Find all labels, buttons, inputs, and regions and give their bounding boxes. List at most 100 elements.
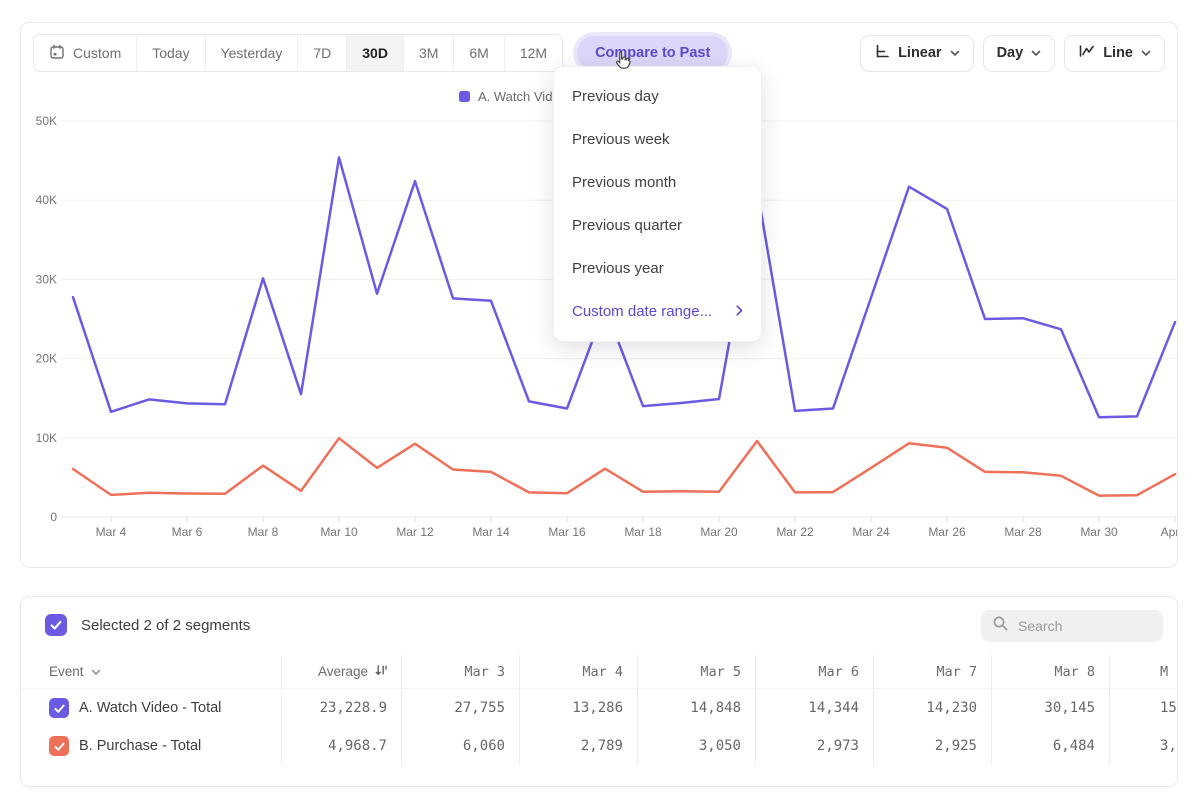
x-axis-tick-label: Mar 18 bbox=[624, 525, 662, 539]
y-axis-tick-label: 0 bbox=[50, 510, 57, 524]
date-column-header: Mar 7 bbox=[873, 655, 991, 689]
menu-item-previous-year[interactable]: Previous year bbox=[554, 247, 761, 290]
select-all-checkbox[interactable] bbox=[45, 614, 67, 636]
x-axis-tick-label: Mar 20 bbox=[700, 525, 738, 539]
y-axis-tick-label: 30K bbox=[36, 272, 57, 286]
chart-type-dropdown-label: Line bbox=[1103, 45, 1133, 61]
cell-value: 15, bbox=[1160, 700, 1178, 716]
average-value-cell: 23,228.9 bbox=[281, 689, 401, 727]
y-axis-tick-label: 50K bbox=[36, 114, 57, 128]
search-box[interactable] bbox=[981, 610, 1163, 642]
average-header-label: Average bbox=[318, 664, 368, 679]
average-column-header[interactable]: Average bbox=[281, 655, 401, 689]
menu-item-custom-date-range[interactable]: Custom date range... bbox=[554, 290, 761, 333]
range-button-label: Today bbox=[152, 45, 189, 61]
range-button-custom[interactable]: Custom bbox=[34, 35, 136, 71]
search-icon bbox=[992, 615, 1009, 637]
range-button-label: 6M bbox=[469, 45, 488, 61]
date-column-header: M bbox=[1109, 655, 1178, 689]
cell-value: 14,344 bbox=[808, 700, 859, 716]
range-button-label: Custom bbox=[73, 45, 121, 61]
value-cell: 13,286 bbox=[519, 689, 637, 727]
value-cell: 3,050 bbox=[637, 727, 755, 765]
menu-item-previous-week[interactable]: Previous week bbox=[554, 118, 761, 161]
x-axis-tick-label: Mar 22 bbox=[776, 525, 814, 539]
y-axis-tick-label: 40K bbox=[36, 193, 57, 207]
range-button-today[interactable]: Today bbox=[136, 35, 204, 71]
cell-value: 2,925 bbox=[935, 738, 977, 754]
segments-table: Event Average Mar 3 Mar 4 Mar 5 Mar 6 Mar 7 Mar… bbox=[21, 655, 1177, 765]
chevron-down-icon bbox=[1141, 45, 1151, 61]
interval-dropdown-button[interactable]: Day bbox=[983, 35, 1056, 72]
range-button-label: 12M bbox=[520, 45, 547, 61]
scale-dropdown-label: Linear bbox=[898, 45, 942, 61]
cell-value: 30,145 bbox=[1044, 700, 1095, 716]
x-axis-tick-label: Mar 10 bbox=[320, 525, 358, 539]
search-input[interactable] bbox=[1018, 618, 1148, 634]
range-button-30d[interactable]: 30D bbox=[346, 35, 403, 71]
range-button-6m[interactable]: 6M bbox=[453, 35, 503, 71]
segment-checkbox[interactable] bbox=[49, 698, 69, 718]
cell-value: 6,060 bbox=[463, 738, 505, 754]
y-axis-tick-label: 10K bbox=[36, 431, 57, 445]
segments-table-panel: Selected 2 of 2 segments Event Average Mar… bbox=[20, 596, 1178, 787]
menu-item-label: Previous year bbox=[572, 260, 664, 277]
range-button-3m[interactable]: 3M bbox=[403, 35, 453, 71]
average-value: 23,228.9 bbox=[320, 700, 387, 716]
value-cell: 14,848 bbox=[637, 689, 755, 727]
range-button-label: 30D bbox=[362, 45, 388, 61]
segments-bar: Selected 2 of 2 segments bbox=[21, 597, 1177, 655]
value-cell: 14,344 bbox=[755, 689, 873, 727]
x-axis-tick-label: Mar 12 bbox=[396, 525, 434, 539]
range-button-7d[interactable]: 7D bbox=[297, 35, 346, 71]
date-header-label: M bbox=[1160, 664, 1168, 680]
sort-descending-icon bbox=[374, 663, 389, 681]
x-axis-tick-label: Mar 14 bbox=[472, 525, 510, 539]
x-axis-tick-label: Mar 30 bbox=[1080, 525, 1118, 539]
menu-item-label: Previous quarter bbox=[572, 217, 682, 234]
date-column-header: Mar 3 bbox=[401, 655, 519, 689]
compare-to-past-menu: Previous day Previous week Previous month P… bbox=[553, 66, 762, 342]
date-header-label: Mar 4 bbox=[582, 664, 623, 680]
cell-value: 13,286 bbox=[572, 700, 623, 716]
range-button-label: Yesterday bbox=[221, 45, 283, 61]
value-cell: 3, bbox=[1109, 727, 1178, 765]
menu-item-label: Previous day bbox=[572, 88, 659, 105]
menu-item-label: Previous month bbox=[572, 174, 676, 191]
table-row-event-cell: A. Watch Video - Total bbox=[21, 689, 281, 727]
cell-value: 14,848 bbox=[690, 700, 741, 716]
x-axis-tick-label: Mar 16 bbox=[548, 525, 586, 539]
date-header-label: Mar 7 bbox=[936, 664, 977, 680]
menu-item-previous-quarter[interactable]: Previous quarter bbox=[554, 204, 761, 247]
value-cell: 15, bbox=[1109, 689, 1178, 727]
linear-axis-icon bbox=[874, 43, 890, 63]
chevron-down-icon bbox=[1031, 45, 1041, 61]
compare-to-past-button[interactable]: Compare to Past bbox=[577, 36, 728, 70]
date-header-label: Mar 3 bbox=[464, 664, 505, 680]
value-cell: 2,789 bbox=[519, 727, 637, 765]
interval-dropdown-label: Day bbox=[997, 45, 1024, 61]
date-column-header: Mar 5 bbox=[637, 655, 755, 689]
segment-checkbox[interactable] bbox=[49, 736, 69, 756]
date-column-header: Mar 6 bbox=[755, 655, 873, 689]
range-button-yesterday[interactable]: Yesterday bbox=[205, 35, 298, 71]
value-cell: 2,925 bbox=[873, 727, 991, 765]
cell-value: 14,230 bbox=[926, 700, 977, 716]
x-axis-tick-label: Mar 8 bbox=[248, 525, 279, 539]
scale-dropdown-button[interactable]: Linear bbox=[860, 35, 974, 72]
chart-type-dropdown-button[interactable]: Line bbox=[1064, 35, 1165, 72]
date-header-label: Mar 6 bbox=[818, 664, 859, 680]
range-button-label: 7D bbox=[313, 45, 331, 61]
menu-item-previous-month[interactable]: Previous month bbox=[554, 161, 761, 204]
chevron-down-icon bbox=[91, 664, 101, 679]
range-button-12m[interactable]: 12M bbox=[504, 35, 562, 71]
average-value: 4,968.7 bbox=[328, 738, 387, 754]
event-column-header[interactable]: Event bbox=[21, 655, 281, 689]
x-axis-tick-label: Mar 6 bbox=[172, 525, 203, 539]
segments-selected-label: Selected 2 of 2 segments bbox=[81, 617, 250, 634]
value-cell: 6,060 bbox=[401, 727, 519, 765]
value-cell: 2,973 bbox=[755, 727, 873, 765]
date-column-header: Mar 8 bbox=[991, 655, 1109, 689]
menu-item-previous-day[interactable]: Previous day bbox=[554, 75, 761, 118]
x-axis-tick-label: Apr 1 bbox=[1161, 525, 1178, 539]
